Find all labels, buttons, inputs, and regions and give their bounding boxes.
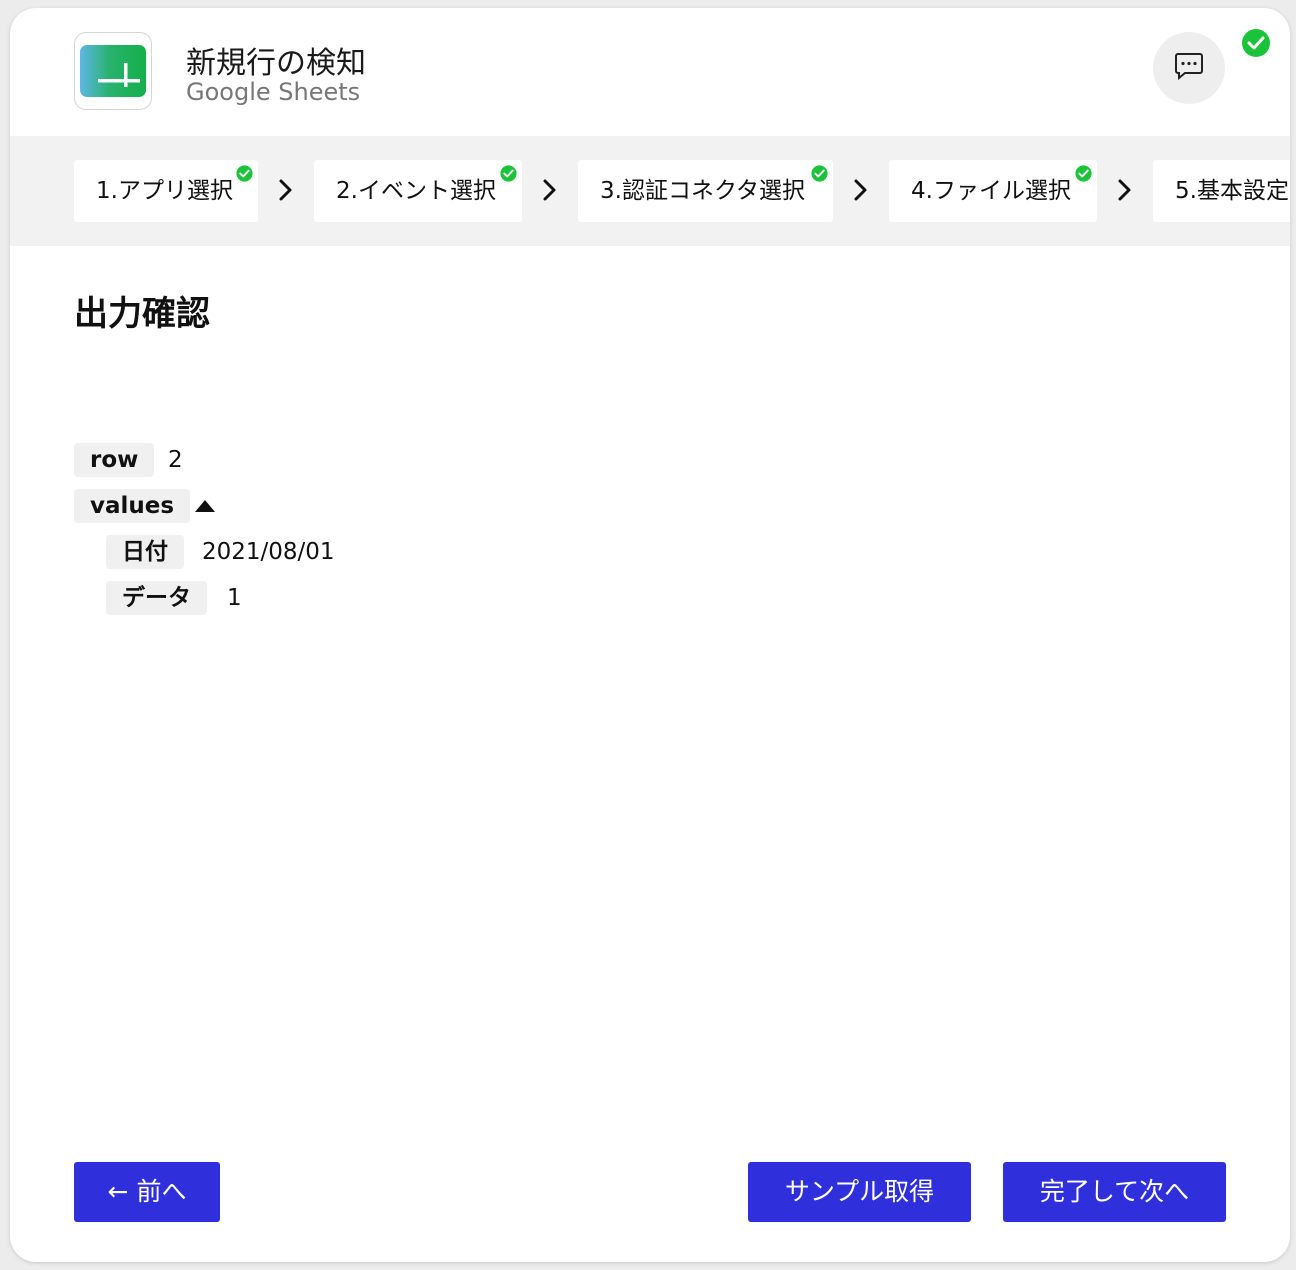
- step-label: 2.イベント選択: [336, 178, 496, 204]
- chat-button[interactable]: [1153, 32, 1225, 104]
- check-circle-icon: [811, 165, 828, 182]
- step-label: 4.ファイル選択: [911, 178, 1071, 204]
- caret-up-icon[interactable]: [194, 499, 216, 513]
- google-sheets-icon: [74, 32, 152, 110]
- step-label: 1.アプリ選択: [96, 178, 233, 204]
- step-label: 3.認証コネクタ選択: [600, 178, 806, 204]
- chevron-right-icon: [854, 179, 867, 201]
- page-title: 新規行の検知: [186, 46, 366, 81]
- section-title: 出力確認: [74, 294, 210, 334]
- check-circle-icon: [1242, 29, 1270, 57]
- check-circle-icon: [236, 165, 253, 182]
- flow-step-card: 新規行の検知 Google Sheets 1.アプリ選択 2.イベント選択 3.…: [10, 8, 1290, 1262]
- output-key-data: データ: [106, 581, 207, 615]
- check-circle-icon: [1075, 165, 1092, 182]
- chat-bubble-icon: [1175, 53, 1203, 81]
- step-app-select[interactable]: 1.アプリ選択: [74, 160, 258, 222]
- chevron-right-icon: [279, 179, 292, 201]
- output-key-date: 日付: [106, 535, 184, 569]
- output-value-data: 1: [227, 585, 242, 611]
- chevron-right-icon: [1118, 179, 1131, 201]
- prev-button[interactable]: ← 前へ: [74, 1162, 220, 1222]
- header: 新規行の検知 Google Sheets: [10, 8, 1290, 136]
- output-key-values[interactable]: values: [74, 489, 191, 523]
- step-label: 5.基本設定: [1175, 178, 1289, 204]
- chevron-right-icon: [543, 179, 556, 201]
- output-value-date: 2021/08/01: [202, 539, 335, 565]
- get-sample-button[interactable]: サンプル取得: [748, 1162, 971, 1222]
- output-value-row: 2: [168, 447, 183, 473]
- complete-next-button[interactable]: 完了して次へ: [1003, 1162, 1226, 1222]
- app-name: Google Sheets: [186, 78, 361, 106]
- stepper: 1.アプリ選択 2.イベント選択 3.認証コネクタ選択 4.ファイル選択 5.基…: [10, 136, 1290, 246]
- step-event-select[interactable]: 2.イベント選択: [314, 160, 522, 222]
- check-circle-icon: [500, 165, 517, 182]
- step-file-select[interactable]: 4.ファイル選択: [889, 160, 1097, 222]
- step-basic-settings[interactable]: 5.基本設定: [1153, 160, 1290, 222]
- output-key-row: row: [74, 443, 155, 477]
- step-connector-select[interactable]: 3.認証コネクタ選択: [578, 160, 833, 222]
